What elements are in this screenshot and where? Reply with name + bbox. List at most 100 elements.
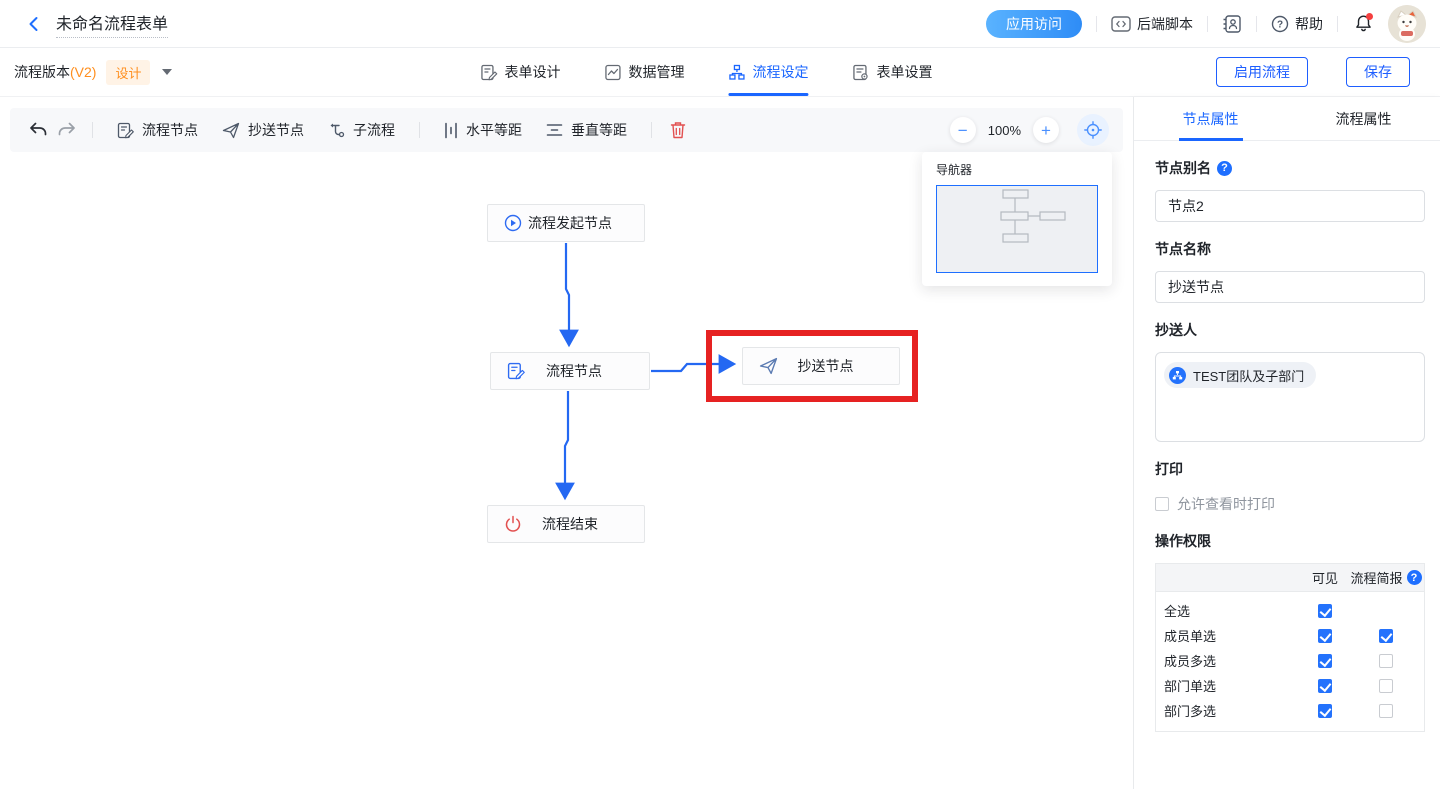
department-icon <box>1169 367 1186 384</box>
properties-panel: 节点属性 流程属性 节点别名 ? 节点名称 抄送人 TEST团队及 <box>1133 97 1440 789</box>
tab-flow-setting[interactable]: 流程设定 <box>728 48 808 96</box>
vertical-spacing-icon <box>546 123 563 137</box>
add-flow-node-button[interactable]: 流程节点 <box>117 120 198 140</box>
main-tabs: 表单设计 数据管理 流程设定 表单设置 <box>480 48 932 96</box>
node-label: 流程结束 <box>522 514 644 534</box>
subflow-label: 子流程 <box>353 120 395 140</box>
node-label: 抄送节点 <box>778 356 899 376</box>
tab-form-design[interactable]: 表单设计 <box>480 48 560 96</box>
app-access-button[interactable]: 应用访问 <box>986 10 1082 38</box>
flow-node-start[interactable]: 流程发起节点 <box>487 204 645 242</box>
permission-row: 成员多选 <box>1156 648 1424 673</box>
help-icon[interactable]: ? <box>1217 161 1232 176</box>
address-book-icon <box>1222 15 1242 33</box>
allow-print-checkbox[interactable] <box>1155 497 1169 511</box>
brief-checkbox[interactable] <box>1379 629 1393 643</box>
col-brief-header: 流程简报 ? <box>1348 568 1424 587</box>
divider <box>1207 16 1208 32</box>
divider <box>92 122 93 138</box>
delete-node-button[interactable] <box>664 116 692 144</box>
flow-node-icon <box>507 362 525 380</box>
zoom-in-button[interactable]: + <box>1033 117 1059 143</box>
tab-data-management[interactable]: 数据管理 <box>604 48 684 96</box>
backend-script-label: 后端脚本 <box>1137 14 1193 34</box>
question-icon: ? <box>1271 15 1289 33</box>
add-cc-node-button[interactable]: 抄送节点 <box>222 120 304 140</box>
back-icon[interactable] <box>22 12 46 36</box>
permission-table-header: 可见 流程简报 ? <box>1156 564 1424 592</box>
flow-node-end[interactable]: 流程结束 <box>487 505 645 543</box>
visible-checkbox[interactable] <box>1318 679 1332 693</box>
col-visible-header: 可见 <box>1302 568 1348 587</box>
redo-button[interactable] <box>52 116 80 144</box>
navigator-panel: 导航器 <box>922 152 1112 286</box>
add-subflow-button[interactable]: 子流程 <box>328 120 395 140</box>
help-button[interactable]: ? 帮助 <box>1271 14 1323 34</box>
notification-dot <box>1366 13 1373 20</box>
permission-row: 部门多选 <box>1156 698 1424 723</box>
brief-checkbox[interactable] <box>1379 654 1393 668</box>
horizontal-distribute-button[interactable]: 水平等距 <box>444 120 522 140</box>
enable-flow-button[interactable]: 启用流程 <box>1216 57 1308 87</box>
flow-node-label: 流程节点 <box>142 120 198 140</box>
form-design-icon <box>480 64 497 81</box>
brief-checkbox[interactable] <box>1379 704 1393 718</box>
permission-row: 部门单选 <box>1156 673 1424 698</box>
node-name-label: 节点名称 <box>1155 239 1425 259</box>
backend-script-button[interactable]: 后端脚本 <box>1111 14 1193 34</box>
visible-checkbox[interactable] <box>1318 654 1332 668</box>
version-dropdown-caret[interactable] <box>162 69 172 75</box>
locate-button[interactable] <box>1077 114 1109 146</box>
user-avatar[interactable] <box>1388 5 1426 43</box>
visible-checkbox[interactable] <box>1318 629 1332 643</box>
subflow-icon <box>328 122 345 139</box>
top-header: 未命名流程表单 应用访问 后端脚本 ? 帮助 <box>0 0 1440 48</box>
vertical-spacing-label: 垂直等距 <box>571 120 627 140</box>
vertical-distribute-button[interactable]: 垂直等距 <box>546 120 627 140</box>
tab-flow-properties[interactable]: 流程属性 <box>1287 97 1440 140</box>
flow-node-process[interactable]: 流程节点 <box>490 352 650 390</box>
power-icon <box>504 515 522 533</box>
flow-node-icon <box>117 122 134 139</box>
panel-tabs: 节点属性 流程属性 <box>1134 97 1440 141</box>
help-icon[interactable]: ? <box>1407 570 1422 585</box>
navigator-minimap[interactable] <box>936 185 1098 273</box>
cc-recipient-tag[interactable]: TEST团队及子部门 <box>1164 362 1316 388</box>
visible-checkbox[interactable] <box>1318 704 1332 718</box>
divider <box>1337 16 1338 32</box>
cc-recipients-box[interactable]: TEST团队及子部门 <box>1155 352 1425 442</box>
zoom-level: 100% <box>988 123 1021 138</box>
flow-version-label: 流程版本(V2) <box>14 62 96 82</box>
divider <box>651 122 652 138</box>
visible-checkbox[interactable] <box>1318 604 1332 618</box>
flow-canvas[interactable]: 流程节点 抄送节点 子流程 水平等距 垂直等距 <box>0 97 1133 789</box>
notification-bell-icon[interactable] <box>1352 13 1374 35</box>
brief-checkbox[interactable] <box>1379 679 1393 693</box>
node-alias-input[interactable] <box>1155 190 1425 222</box>
canvas-toolbar: 流程节点 抄送节点 子流程 水平等距 垂直等距 <box>10 108 1123 152</box>
trash-icon <box>670 121 686 139</box>
permission-row: 成员单选 <box>1156 623 1424 648</box>
tab-form-settings[interactable]: 表单设置 <box>852 48 932 96</box>
allow-print-checkbox-row[interactable]: 允许查看时打印 <box>1155 494 1425 514</box>
contacts-button[interactable] <box>1222 15 1242 33</box>
cc-recipients-label: 抄送人 <box>1155 320 1425 340</box>
node-name-input[interactable] <box>1155 271 1425 303</box>
tab-node-properties[interactable]: 节点属性 <box>1134 97 1287 140</box>
undo-button[interactable] <box>24 116 52 144</box>
cc-node-label: 抄送节点 <box>248 120 304 140</box>
paper-plane-icon <box>759 357 778 375</box>
tab-label: 数据管理 <box>628 62 684 82</box>
node-label: 流程节点 <box>525 361 649 381</box>
page-title[interactable]: 未命名流程表单 <box>56 10 168 38</box>
code-icon <box>1111 16 1131 32</box>
node-label: 流程发起节点 <box>522 213 644 233</box>
help-label: 帮助 <box>1295 14 1323 34</box>
sub-header: 流程版本(V2) 设计 表单设计 数据管理 流程设定 表单设置 启用流程 保存 <box>0 48 1440 97</box>
print-label: 打印 <box>1155 459 1425 479</box>
save-button[interactable]: 保存 <box>1346 57 1410 87</box>
flow-node-cc[interactable]: 抄送节点 <box>742 347 900 385</box>
zoom-out-button[interactable]: − <box>950 117 976 143</box>
crosshair-icon <box>1084 121 1102 139</box>
flow-setting-icon <box>728 64 745 81</box>
